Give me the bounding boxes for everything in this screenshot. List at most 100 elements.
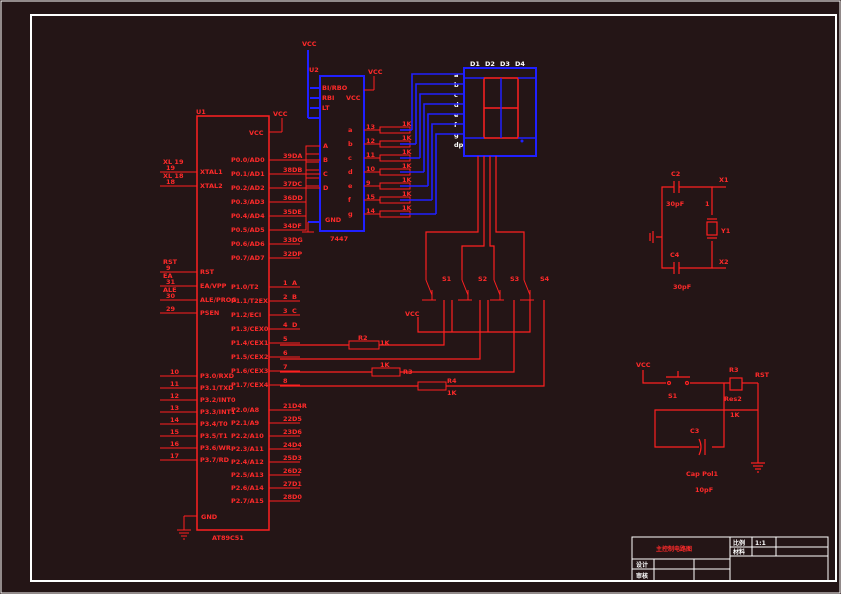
mcu-port-pin-net: D1	[292, 480, 302, 488]
key-resistor-r2[interactable]: R2 1K	[348, 334, 391, 350]
mcu-port-pin-name: P3.4/T0	[200, 420, 228, 428]
reset-circuit[interactable]	[642, 370, 765, 473]
mcu-port-pin-net: DD	[292, 194, 303, 202]
port0-to-decoder-wire	[300, 145, 320, 161]
seven-segment-display[interactable]	[463, 67, 537, 157]
mcu-port-pin-name: P2.3/A11	[231, 445, 264, 453]
title-block-designer-label: 设计	[636, 561, 648, 569]
decoder-ctrl-pin: BI/RBO	[322, 84, 348, 92]
r2-value: 1K	[380, 339, 391, 347]
mcu-port-pin-number: 4	[283, 321, 288, 329]
decoder-gnd-pin: GND	[325, 216, 342, 224]
mcu-port-pin-name: P0.1/AD1	[231, 170, 265, 178]
mcu-ref: U1	[196, 108, 206, 116]
key-label: S2	[478, 275, 487, 283]
crystal-oscillator[interactable]	[649, 181, 726, 274]
mcu-port-pin-name: P3.1/TXD	[200, 384, 234, 392]
decoder-output-pin: f	[348, 196, 351, 204]
mcu-port-pin-number: 1	[283, 279, 288, 287]
mcu-port-pin-number: 22	[283, 415, 292, 423]
key-label: S3	[510, 275, 519, 283]
mcu-port-pin-name: P1.3/CEX0	[231, 325, 269, 333]
mcu-port-pin-net: DB	[292, 166, 302, 174]
decoder-input-pins: ABCD	[306, 142, 329, 192]
title-block-material-label: 材料	[732, 548, 745, 556]
r4-ref: R4	[447, 377, 457, 385]
display-segment-pin: d	[454, 101, 459, 109]
mcu-port-pin-name: P0.2/AD2	[231, 184, 265, 192]
mcu-port-pin-net: DG	[292, 236, 303, 244]
reset-switch-ref: S1	[668, 392, 678, 400]
key-resistor-r3[interactable]: 1K R3	[371, 361, 413, 377]
crystal-c4-value: 30pF	[673, 283, 691, 291]
decoder-ctrl-pin: RBI	[322, 94, 334, 102]
r3-value: 1K	[380, 361, 391, 369]
decoder-input-pin: B	[323, 156, 328, 164]
r2-ref: R2	[358, 334, 368, 342]
mcu-port3-pins: P3.0/RXD10P3.1/TXD11P3.2/INT012P3.3/INT1…	[160, 368, 236, 464]
reset-cap-ref: C3	[690, 427, 699, 435]
decoder-vcc-pin: VCC	[346, 94, 361, 102]
mcu-port-pin-name: P2.4/A12	[231, 458, 264, 466]
decoder-control-pins: BI/RBO RBI LT	[310, 84, 348, 112]
display-digit-labels: D1 D2 D3 D4	[470, 60, 525, 68]
decoder-ref: U2	[309, 66, 319, 74]
mcu-port-pin-net: A	[292, 279, 297, 287]
mcu-port-pin-net: D4	[292, 441, 302, 449]
decoder-ctrl-pin: LT	[322, 104, 330, 112]
reset-vcc: VCC	[636, 361, 651, 369]
mcu-port-pin-number: 7	[283, 363, 288, 371]
display-segment-pin: f	[454, 121, 457, 129]
mcu-gnd-pin: GND	[201, 513, 218, 521]
mcu-port-pin-number: 2	[283, 293, 288, 301]
reset-res-value: 1K	[730, 411, 741, 419]
mcu-port-pin-name: P2.2/A10	[231, 432, 264, 440]
mcu-port-pin-name: P2.1/A9	[231, 419, 260, 427]
title-block-title: 主控制电路图	[656, 545, 692, 553]
mcu-port-pin-name: P1.1/T2EX	[231, 297, 268, 305]
mcu-port-pin-number: 16	[170, 440, 180, 448]
mcu-port-pin-net: D2	[292, 467, 302, 475]
mcu-port-pin-name: P1.2/ECI	[231, 311, 261, 319]
reset-cap-type: Cap Pol1	[686, 470, 719, 478]
display-segment-pins: abcdefg dp	[454, 71, 464, 149]
mcu-port-pin-name: P0.3/AD3	[231, 198, 265, 206]
mcu-port-pin-name: P1.0/T2	[231, 283, 259, 291]
mcu-port-pin-number: 15	[170, 428, 180, 436]
mcu-port-pin-number: 3	[283, 307, 288, 315]
decoder-output-pins: a 13 1Kb 12 1Kc 11 1Kd 10 1Ke 9 1Kf 15 1Kg 14 1K	[348, 120, 413, 218]
mcu-port-pin-number: 5	[283, 335, 288, 343]
reset-net: RST	[755, 371, 770, 379]
inner-frame	[30, 14, 837, 582]
key-resistor-r4[interactable]: R4 1K	[417, 377, 458, 397]
keypad-switches[interactable]: S1 S2 S3 S4	[422, 270, 550, 301]
display-segment-pin: c	[454, 91, 458, 99]
title-block-scale-value: 1:1	[755, 540, 766, 547]
display-segment-pin: b	[454, 81, 459, 89]
mcu-vcc-net: VCC	[273, 110, 288, 118]
mcu-part: AT89C51	[212, 534, 244, 542]
display-segment-pin: g	[454, 131, 459, 139]
mcu-left-pin-name: EA/VPP	[200, 282, 227, 290]
mcu-port-pin-net: D0	[292, 493, 302, 501]
mcu-port-pin-number: 17	[170, 452, 179, 460]
mcu-left-pin-number: 29	[166, 305, 176, 313]
display-digit-label: D2	[485, 60, 495, 68]
mcu-port-pin-net: D5	[292, 415, 302, 423]
mcu-port-pin-name: P3.0/RXD	[200, 372, 235, 380]
decoder-input-pin: A	[323, 142, 328, 150]
segment-resistor-value: 1K	[402, 134, 413, 142]
crystal-c2-value: 30pF	[666, 200, 684, 208]
crystal-c2-ref: C2	[671, 170, 680, 178]
key-label: S4	[540, 275, 550, 283]
display-segment-pin: e	[454, 111, 459, 119]
port0-to-decoder-wire	[300, 185, 320, 231]
crystal-x2-net: X2	[719, 258, 729, 266]
mcu-left-pin-name: RST	[200, 268, 215, 276]
decoder-right-vcc: VCC	[368, 68, 383, 76]
mcu-left-pin-name: XTAL2	[200, 182, 223, 190]
mcu-port-pin-name: P0.0/AD0	[231, 156, 265, 164]
mcu-vcc-pin: VCC	[249, 129, 264, 137]
reset-res-type: Res2	[724, 395, 742, 403]
port0-to-decoder-wire	[300, 177, 320, 217]
